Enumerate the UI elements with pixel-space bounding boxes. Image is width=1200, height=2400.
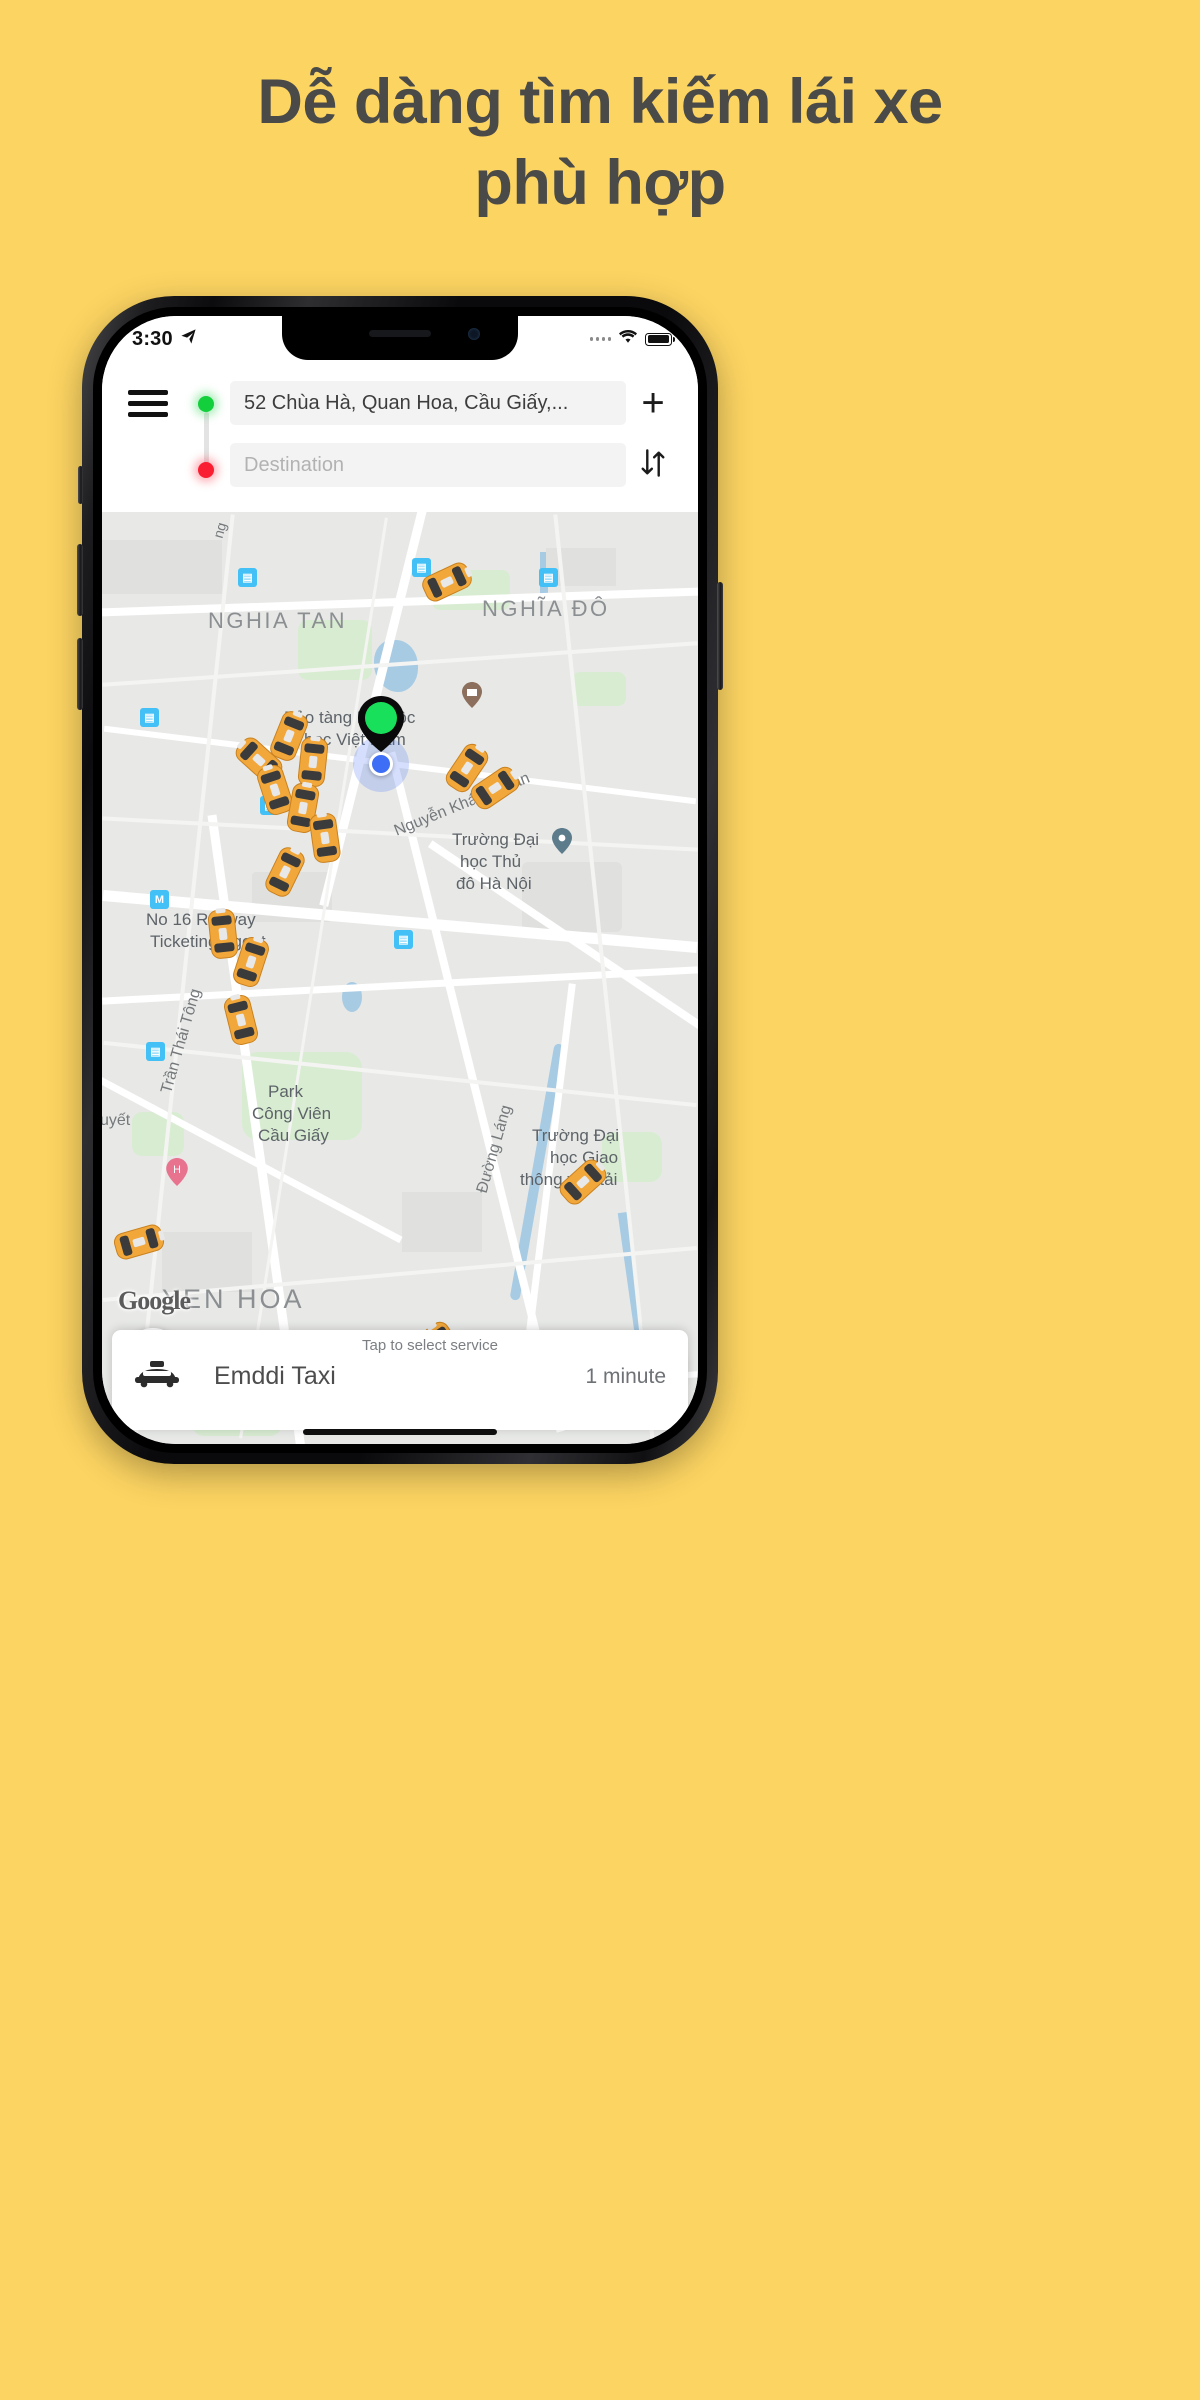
museum-pin-icon: [462, 682, 482, 708]
headline-line-1: Dễ dàng tìm kiếm lái xe: [257, 67, 943, 137]
map-label: Trường Đại: [532, 1126, 620, 1145]
map-label: Công Viên: [252, 1104, 332, 1123]
location-arrow-icon: [180, 328, 197, 350]
destination-input[interactable]: Destination: [230, 443, 626, 487]
taxi-marker[interactable]: [205, 907, 240, 962]
service-name: Emddi Taxi: [214, 1362, 336, 1390]
service-row[interactable]: Emddi Taxi 1 minute: [134, 1360, 666, 1393]
map-label: NGHIA TAN: [208, 608, 348, 633]
route-connector-line: [203, 412, 209, 464]
transit-stop-icon: ▤: [238, 568, 257, 587]
user-dot-icon: [369, 752, 393, 776]
destination-red-dot: [198, 462, 214, 478]
add-stop-button[interactable]: +: [630, 383, 676, 423]
map-label: học Thủ: [460, 852, 522, 871]
signal-dots-icon: [589, 337, 611, 341]
swap-vertical-icon[interactable]: [630, 447, 676, 484]
taxi-marker[interactable]: [220, 991, 262, 1049]
tap-hint-label: Tap to select service: [362, 1337, 498, 1354]
origin-pin-icon: [358, 696, 404, 752]
map-label: đô Hà Nội: [456, 874, 532, 893]
metro-station-icon: M: [150, 890, 169, 909]
service-card[interactable]: Tap to select service Emddi Taxi 1 minut…: [112, 1330, 688, 1430]
hamburger-menu-icon[interactable]: [128, 389, 172, 417]
status-bar-left: 3:30: [132, 328, 197, 351]
search-panel: 52 Chùa Hà, Quan Hoa, Cầu Giấy,... + Des…: [102, 362, 698, 512]
map-view[interactable]: ▤ ▤ ▤ ▤ ▤ ▤ ▤ M ▤ H NG: [102, 512, 698, 1444]
power-button[interactable]: [717, 582, 723, 690]
place-pin-icon: [552, 828, 572, 854]
route-dots: [188, 378, 224, 498]
phone-mockup: 3:30 52 Chùa Hà, Quan Hoa, Cầu Giấy,... …: [77, 296, 723, 1464]
transit-stop-icon: ▤: [539, 568, 558, 587]
svg-text:H: H: [173, 1164, 181, 1176]
headline-line-2: phù hợp: [474, 147, 726, 218]
earpiece-speaker: [369, 330, 431, 337]
transit-stop-icon: ▤: [146, 1042, 165, 1061]
status-time: 3:30: [132, 327, 173, 350]
origin-input[interactable]: 52 Chùa Hà, Quan Hoa, Cầu Giấy,...: [230, 381, 626, 425]
origin-green-dot: [198, 396, 214, 412]
map-label: No 16 Railway: [146, 910, 256, 929]
page-title: Dễ dàng tìm kiếm lái xe phù hợp: [0, 62, 1200, 223]
map-label: ng: [209, 520, 230, 540]
transit-stop-icon: ▤: [394, 930, 413, 949]
map-label: NGHĨA ĐÔ: [482, 596, 610, 621]
volume-down-button[interactable]: [77, 638, 83, 710]
silent-switch[interactable]: [78, 466, 83, 504]
service-eta: 1 minute: [585, 1364, 666, 1388]
map-label: Trần Thái Tông: [158, 986, 205, 1096]
map-label: Cầu Giấy: [258, 1126, 329, 1145]
map-label: uyết: [102, 1112, 131, 1129]
phone-notch: [282, 316, 518, 360]
status-bar-right: [589, 329, 675, 349]
taxi-marker[interactable]: [110, 1220, 168, 1263]
hospital-pin-icon: H: [166, 1158, 188, 1186]
home-indicator[interactable]: [303, 1429, 497, 1435]
phone-bezel: 3:30 52 Chùa Hà, Quan Hoa, Cầu Giấy,... …: [93, 307, 707, 1453]
phone-screen: 3:30 52 Chùa Hà, Quan Hoa, Cầu Giấy,... …: [102, 316, 698, 1444]
google-attribution: Google: [118, 1286, 191, 1315]
map-label: Park: [268, 1082, 303, 1101]
battery-full-icon: [645, 332, 675, 346]
map-label: Trường Đại: [452, 830, 540, 849]
transit-stop-icon: ▤: [140, 708, 159, 727]
taxi-icon: [134, 1360, 180, 1393]
front-camera-icon: [468, 328, 480, 340]
volume-up-button[interactable]: [77, 544, 83, 616]
wifi-icon: [618, 329, 638, 349]
